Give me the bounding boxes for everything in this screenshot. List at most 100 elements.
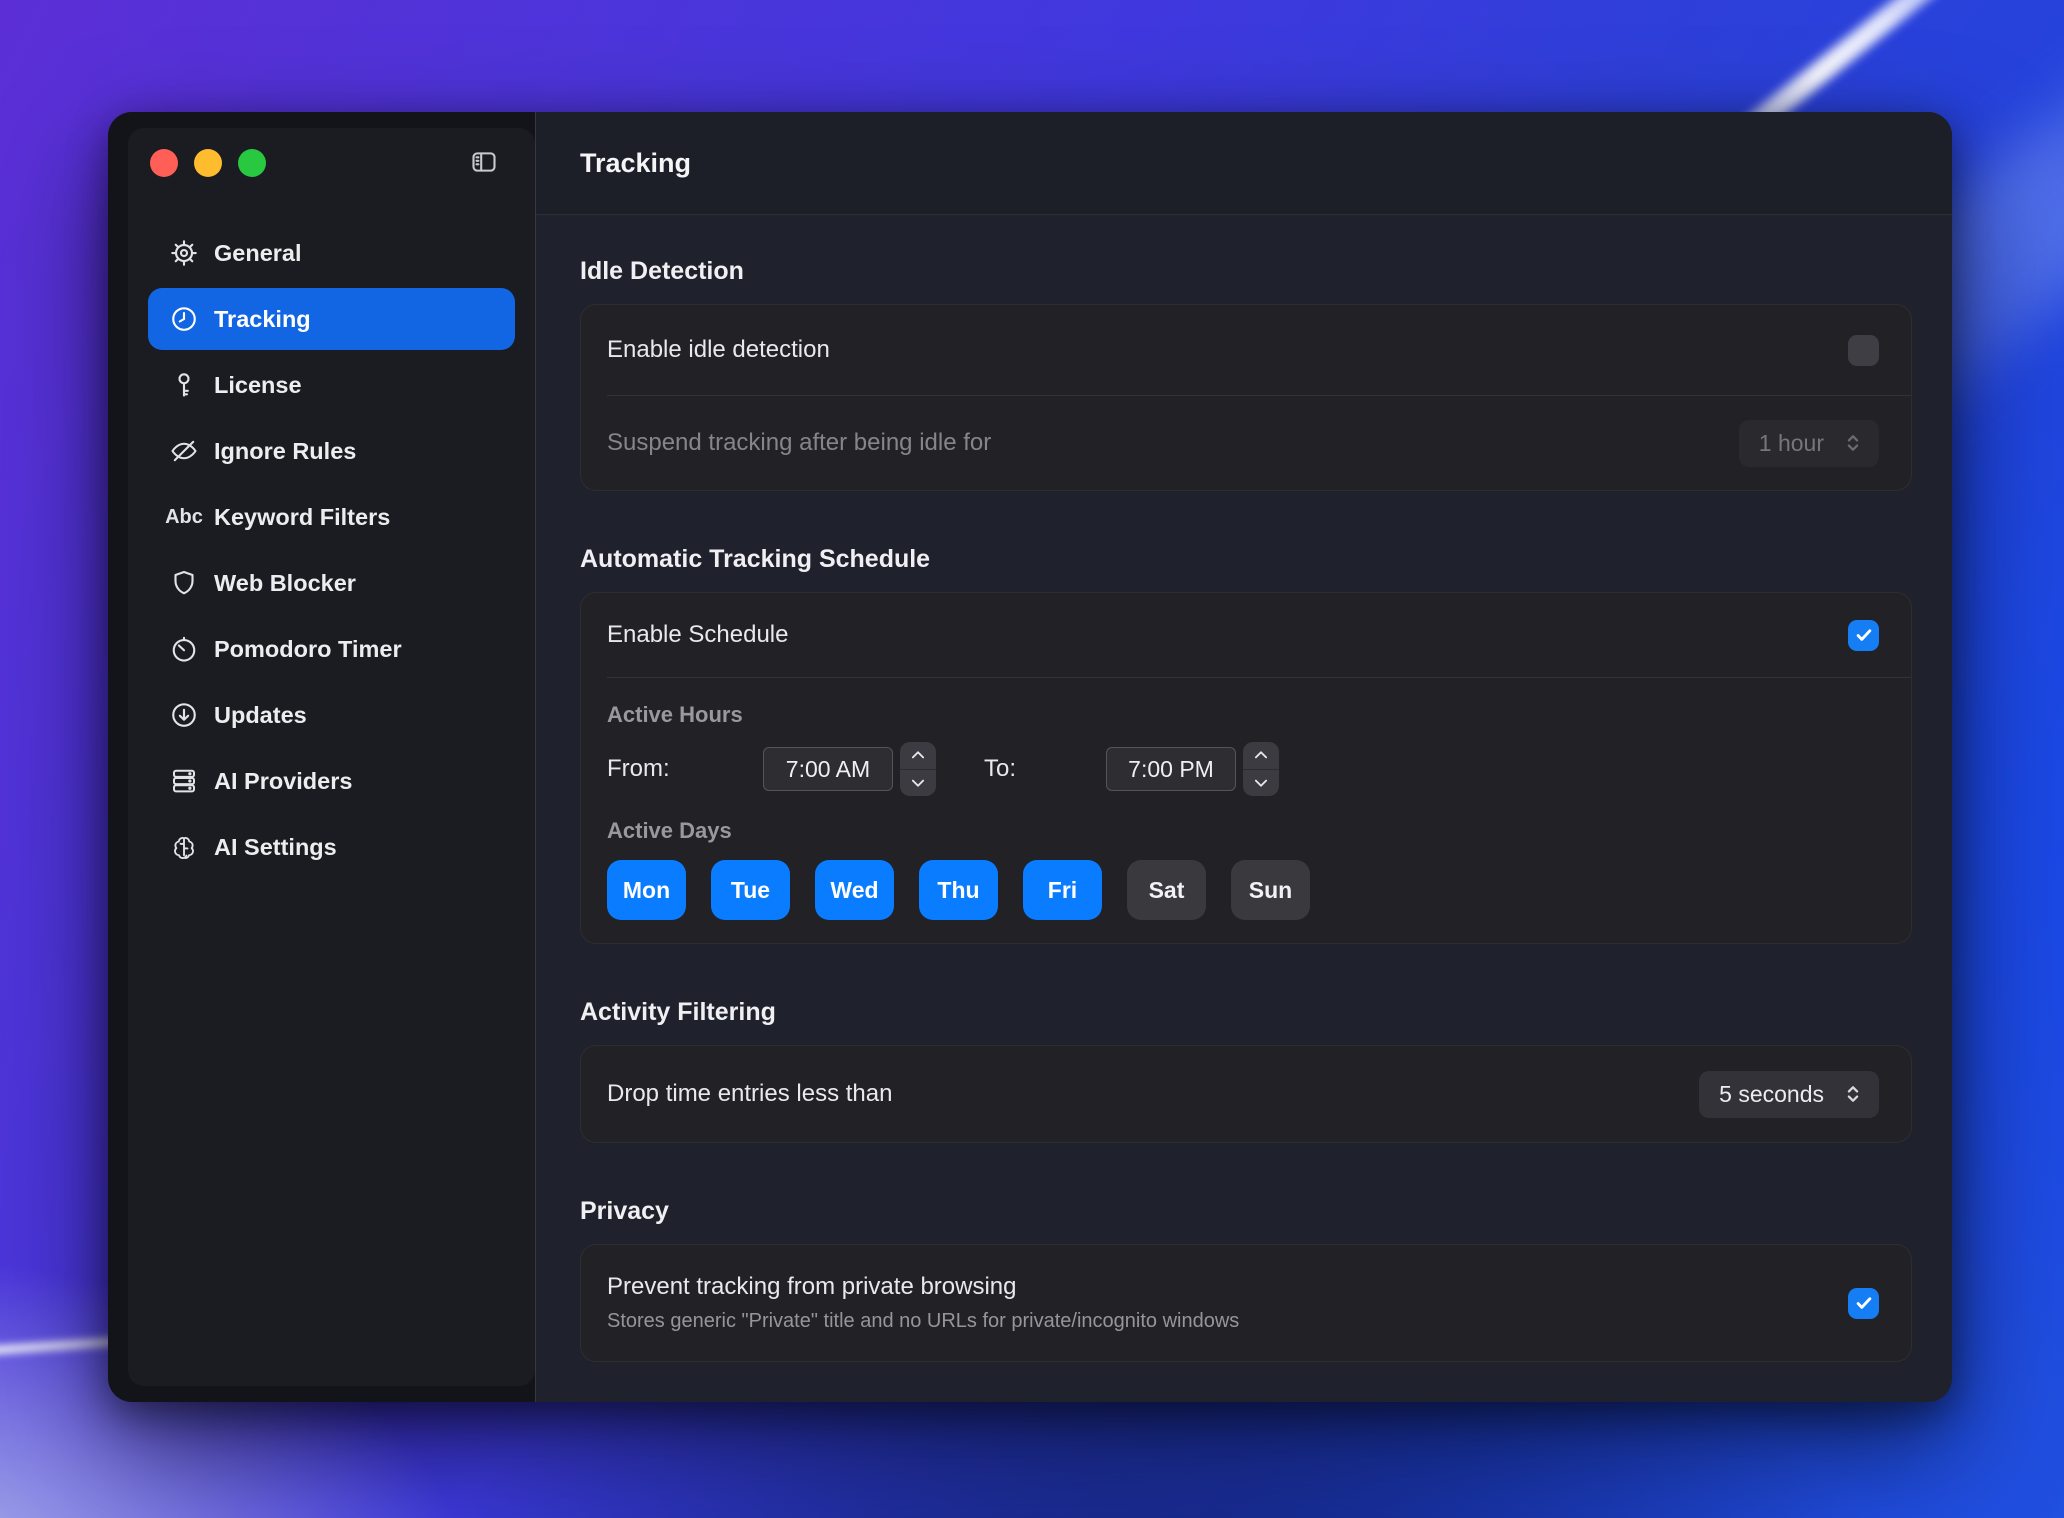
sidebar-item-label: AI Settings <box>214 834 337 861</box>
sidebar-item-label: Updates <box>214 702 307 729</box>
brain-icon <box>166 830 202 864</box>
clock-icon <box>166 302 202 336</box>
active-days-row: Mon Tue Wed Thu Fri Sat Sun <box>607 860 1879 920</box>
sidebar-item-ai-providers[interactable]: AI Providers <box>148 750 515 812</box>
check-icon <box>1853 1292 1875 1314</box>
titlebar <box>128 128 535 198</box>
timer-icon <box>166 632 202 666</box>
sidebar-item-label: AI Providers <box>214 768 352 795</box>
zoom-button[interactable] <box>238 149 266 177</box>
idle-duration-value: 1 hour <box>1759 430 1824 457</box>
from-label: From: <box>607 755 677 783</box>
private-browsing-row: Prevent tracking from private browsing S… <box>581 1245 1911 1361</box>
content-body: Idle Detection Enable idle detection Sus… <box>536 215 1952 1402</box>
sidebar-item-label: General <box>214 240 302 267</box>
sidebar-list: General Tracking License Ignore Rules Ab… <box>148 222 515 882</box>
enable-idle-detection-checkbox[interactable] <box>1848 335 1879 366</box>
sidebar-item-keyword-filters[interactable]: Abc Keyword Filters <box>148 486 515 548</box>
sidebar-item-general[interactable]: General <box>148 222 515 284</box>
sidebar-item-label: Web Blocker <box>214 570 356 597</box>
private-browsing-checkbox[interactable] <box>1848 1288 1879 1319</box>
stepper-up-icon <box>1243 742 1279 769</box>
section-activity-filtering: Activity Filtering Drop time entries les… <box>580 998 1912 1143</box>
sidebar-toggle-button[interactable] <box>467 148 501 178</box>
server-icon <box>166 764 202 798</box>
sidebar: General Tracking License Ignore Rules Ab… <box>108 112 535 1402</box>
section-title: Privacy <box>580 1197 1912 1226</box>
close-button[interactable] <box>150 149 178 177</box>
sidebar-item-ai-settings[interactable]: AI Settings <box>148 816 515 878</box>
content-header: Tracking <box>536 112 1952 215</box>
private-browsing-sublabel: Stores generic "Private" title and no UR… <box>607 1310 1239 1333</box>
sidebar-item-license[interactable]: License <box>148 354 515 416</box>
idle-duration-select[interactable]: 1 hour <box>1739 420 1879 467</box>
shield-icon <box>166 566 202 600</box>
idle-detection-card: Enable idle detection Suspend tracking a… <box>580 304 1912 491</box>
day-button-mon[interactable]: Mon <box>607 860 686 920</box>
privacy-card: Prevent tracking from private browsing S… <box>580 1244 1912 1362</box>
activity-filtering-card: Drop time entries less than 5 seconds <box>580 1045 1912 1143</box>
enable-schedule-row: Enable Schedule <box>581 593 1911 677</box>
sidebar-item-pomodoro-timer[interactable]: Pomodoro Timer <box>148 618 515 680</box>
to-time-stepper[interactable] <box>1243 742 1279 796</box>
schedule-card: Enable Schedule Active Hours From: 7:00 … <box>580 592 1912 944</box>
sidebar-item-label: Keyword Filters <box>214 504 390 531</box>
suspend-after-idle-label: Suspend tracking after being idle for <box>607 429 991 457</box>
stepper-up-icon <box>900 742 936 769</box>
abc-icon: Abc <box>166 500 202 534</box>
to-label: To: <box>984 755 1026 783</box>
day-button-fri[interactable]: Fri <box>1023 860 1102 920</box>
enable-idle-detection-label: Enable idle detection <box>607 336 830 364</box>
section-title: Idle Detection <box>580 257 1912 286</box>
drop-entries-select[interactable]: 5 seconds <box>1699 1071 1879 1118</box>
key-icon <box>166 368 202 402</box>
stepper-down-icon <box>900 769 936 797</box>
drop-entries-label: Drop time entries less than <box>607 1080 892 1108</box>
enable-idle-detection-row: Enable idle detection <box>581 305 1911 395</box>
section-schedule: Automatic Tracking Schedule Enable Sched… <box>580 545 1912 944</box>
sidebar-item-tracking[interactable]: Tracking <box>148 288 515 350</box>
gear-icon <box>166 236 202 270</box>
check-icon <box>1853 624 1875 646</box>
section-idle-detection: Idle Detection Enable idle detection Sus… <box>580 257 1912 491</box>
enable-schedule-label: Enable Schedule <box>607 621 788 649</box>
stepper-down-icon <box>1243 769 1279 797</box>
active-hours-row: From: 7:00 AM To: 7:00 PM <box>607 742 1879 796</box>
sidebar-item-label: Tracking <box>214 306 311 333</box>
day-button-tue[interactable]: Tue <box>711 860 790 920</box>
suspend-after-idle-row: Suspend tracking after being idle for 1 … <box>581 396 1911 490</box>
drop-entries-row: Drop time entries less than 5 seconds <box>581 1046 1911 1142</box>
chevron-up-down-icon <box>1840 430 1866 456</box>
content-pane: Tracking Idle Detection Enable idle dete… <box>535 112 1952 1402</box>
arrow-down-circle-icon <box>166 698 202 732</box>
active-hours-label: Active Hours <box>607 702 1879 728</box>
sidebar-item-label: Ignore Rules <box>214 438 356 465</box>
sidebar-item-ignore-rules[interactable]: Ignore Rules <box>148 420 515 482</box>
sidebar-item-web-blocker[interactable]: Web Blocker <box>148 552 515 614</box>
minimize-button[interactable] <box>194 149 222 177</box>
chevron-up-down-icon <box>1840 1081 1866 1107</box>
private-browsing-label: Prevent tracking from private browsing <box>607 1273 1239 1301</box>
schedule-details: Active Hours From: 7:00 AM To: 7:00 PM <box>581 678 1911 943</box>
enable-schedule-checkbox[interactable] <box>1848 620 1879 651</box>
active-days-label: Active Days <box>607 818 1879 844</box>
to-time-field[interactable]: 7:00 PM <box>1106 747 1236 791</box>
section-privacy: Privacy Prevent tracking from private br… <box>580 1197 1912 1362</box>
sidebar-toggle-icon <box>468 164 500 179</box>
day-button-wed[interactable]: Wed <box>815 860 894 920</box>
sidebar-item-label: Pomodoro Timer <box>214 636 402 663</box>
page-title: Tracking <box>580 148 691 179</box>
sidebar-panel: General Tracking License Ignore Rules Ab… <box>128 128 535 1386</box>
from-time-stepper[interactable] <box>900 742 936 796</box>
sidebar-item-label: License <box>214 372 302 399</box>
eye-slash-icon <box>166 434 202 468</box>
day-button-sat[interactable]: Sat <box>1127 860 1206 920</box>
private-browsing-text: Prevent tracking from private browsing S… <box>607 1249 1239 1357</box>
drop-entries-value: 5 seconds <box>1719 1081 1824 1108</box>
from-time-field[interactable]: 7:00 AM <box>763 747 893 791</box>
section-title: Activity Filtering <box>580 998 1912 1027</box>
day-button-sun[interactable]: Sun <box>1231 860 1310 920</box>
section-title: Automatic Tracking Schedule <box>580 545 1912 574</box>
sidebar-item-updates[interactable]: Updates <box>148 684 515 746</box>
day-button-thu[interactable]: Thu <box>919 860 998 920</box>
